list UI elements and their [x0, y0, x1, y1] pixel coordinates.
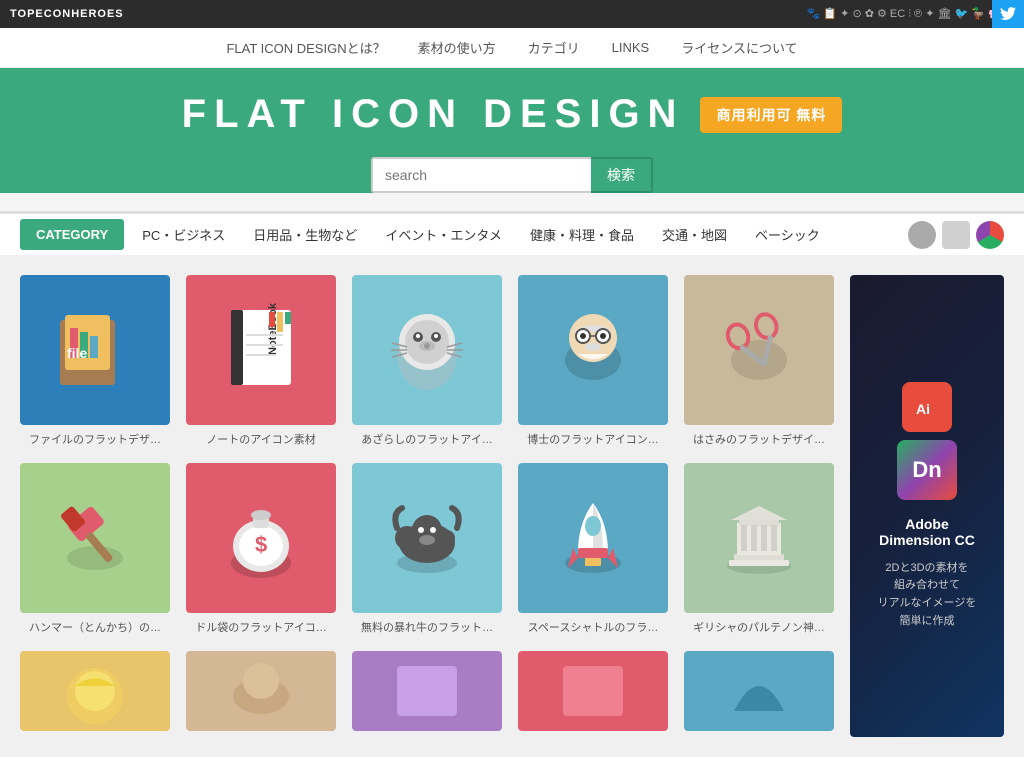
thumb-scissors[interactable]: [684, 275, 834, 425]
cat-pc-business[interactable]: PC・ビジネス: [128, 217, 239, 252]
search-button[interactable]: 検索: [591, 157, 653, 193]
grid-item: [684, 651, 834, 737]
hero-title: FLAT ICON DESIGN: [182, 92, 685, 137]
cat-transport[interactable]: 交通・地図: [648, 217, 741, 252]
grid-item: [518, 651, 668, 737]
cat-daily[interactable]: 日用品・生物など: [239, 217, 371, 252]
view-grid[interactable]: [942, 221, 970, 249]
hero-section: FLAT ICON DESIGN 商用利用可 無料 検索: [0, 68, 1024, 193]
grid-label: ハンマー（とんかち）の…: [29, 619, 161, 635]
thumb-parthenon[interactable]: [684, 463, 834, 613]
thumb-row3d[interactable]: [518, 651, 668, 731]
nav-usage[interactable]: 素材の使い方: [418, 38, 496, 57]
thumb-file[interactable]: file: [20, 275, 170, 425]
grid-item: ギリシャのパルテノン神…: [684, 463, 834, 635]
icon-grid: file ファイルのフラットデザ… NoteBook: [20, 275, 834, 737]
grid-item: あざらしのフラットアイ…: [352, 275, 502, 447]
top-bar: TOPECONHEROES 🐾 📋 ✦ ⊙ ✿ ⚙ EC ⫶ ℗ ✦ 🏛 🐦 🦆…: [0, 0, 1024, 28]
search-row: 検索: [0, 157, 1024, 193]
main-nav: FLAT ICON DESIGNとは？ 素材の使い方 カテゴリ LINKS ライ…: [0, 28, 1024, 68]
grid-label: スペースシャトルのフラ…: [528, 619, 659, 635]
grid-label: ギリシャのパルテノン神…: [693, 619, 825, 635]
ad-description: 2Dと3Dの素材を組み合わせてリアルなイメージを簡単に作成: [878, 560, 977, 630]
hero-badge: 商用利用可 無料: [700, 97, 842, 133]
ad-logo: Ai: [902, 382, 952, 432]
grid-label: 博士のフラットアイコン…: [527, 431, 658, 447]
category-bar: CATEGORY PC・ビジネス 日用品・生物など イベント・エンタメ 健康・料…: [0, 211, 1024, 255]
grid-item: スペースシャトルのフラ…: [518, 463, 668, 635]
thumb-seal[interactable]: [352, 275, 502, 425]
thumb-notebook[interactable]: NoteBook: [186, 275, 336, 425]
thumb-shuttle[interactable]: [518, 463, 668, 613]
grid-item: 無料の暴れ牛のフラット…: [352, 463, 502, 635]
grid-item: $ ドル袋のフラットアイコ…: [186, 463, 336, 635]
grid-item: [186, 651, 336, 737]
ad-product: Dn: [912, 457, 941, 483]
grid-item: [352, 651, 502, 737]
grid-item: [20, 651, 170, 737]
site-logo: TOPECONHEROES: [10, 8, 124, 20]
svg-text:$: $: [255, 532, 267, 557]
nav-links[interactable]: LINKS: [612, 40, 650, 55]
svg-text:file: file: [67, 345, 87, 361]
cat-event[interactable]: イベント・エンタメ: [371, 217, 516, 252]
grid-label: 無料の暴れ牛のフラット…: [361, 619, 493, 635]
svg-text:Ai: Ai: [916, 401, 930, 417]
thumb-bull[interactable]: [352, 463, 502, 613]
grid-item: NoteBook ノートのアイコン素材: [186, 275, 336, 447]
grid-label: ドル袋のフラットアイコ…: [195, 619, 326, 635]
grid-item: file ファイルのフラットデザ…: [20, 275, 170, 447]
grid-label: はさみのフラットデザイ…: [693, 431, 825, 447]
nav-category[interactable]: カテゴリ: [528, 38, 580, 57]
ad-title: AdobeDimension CC: [879, 516, 975, 548]
thumb-row3b[interactable]: [186, 651, 336, 731]
search-input[interactable]: [371, 157, 591, 193]
grid-item: 博士のフラットアイコン…: [518, 275, 668, 447]
cat-health[interactable]: 健康・料理・食品: [516, 217, 648, 252]
thumb-row3c[interactable]: [352, 651, 502, 731]
grid-label: ノートのアイコン素材: [206, 431, 315, 447]
grid-label: あざらしのフラットアイ…: [361, 431, 492, 447]
thumb-hammer[interactable]: [20, 463, 170, 613]
category-active[interactable]: CATEGORY: [20, 219, 124, 250]
grid-item: はさみのフラットデザイ…: [684, 275, 834, 447]
grid-item: ハンマー（とんかち）の…: [20, 463, 170, 635]
view-color[interactable]: [976, 221, 1004, 249]
hero-title-row: FLAT ICON DESIGN 商用利用可 無料: [0, 92, 1024, 137]
thumb-dollar[interactable]: $: [186, 463, 336, 613]
content-area: file ファイルのフラットデザ… NoteBook: [0, 255, 1024, 757]
view-toggle: [908, 221, 1004, 249]
twitter-button[interactable]: [992, 0, 1024, 28]
thumb-row3e[interactable]: [684, 651, 834, 731]
cat-basic[interactable]: ベーシック: [741, 217, 834, 252]
nav-about[interactable]: FLAT ICON DESIGNとは？: [226, 38, 385, 57]
top-icons: 🐾 📋 ✦ ⊙ ✿ ⚙ EC ⫶ ℗ ✦ 🏛 🐦 🦆 🌸 ✏: [807, 7, 1014, 21]
thumb-row3a[interactable]: [20, 651, 170, 731]
grid-label: ファイルのフラットデザ…: [29, 431, 161, 447]
view-circle[interactable]: [908, 221, 936, 249]
nav-license[interactable]: ライセンスについて: [681, 38, 797, 57]
thumb-professor[interactable]: [518, 275, 668, 425]
sidebar-ad: Ai Dn AdobeDimension CC 2Dと3Dの素材を組み合わせてリ…: [850, 275, 1004, 737]
